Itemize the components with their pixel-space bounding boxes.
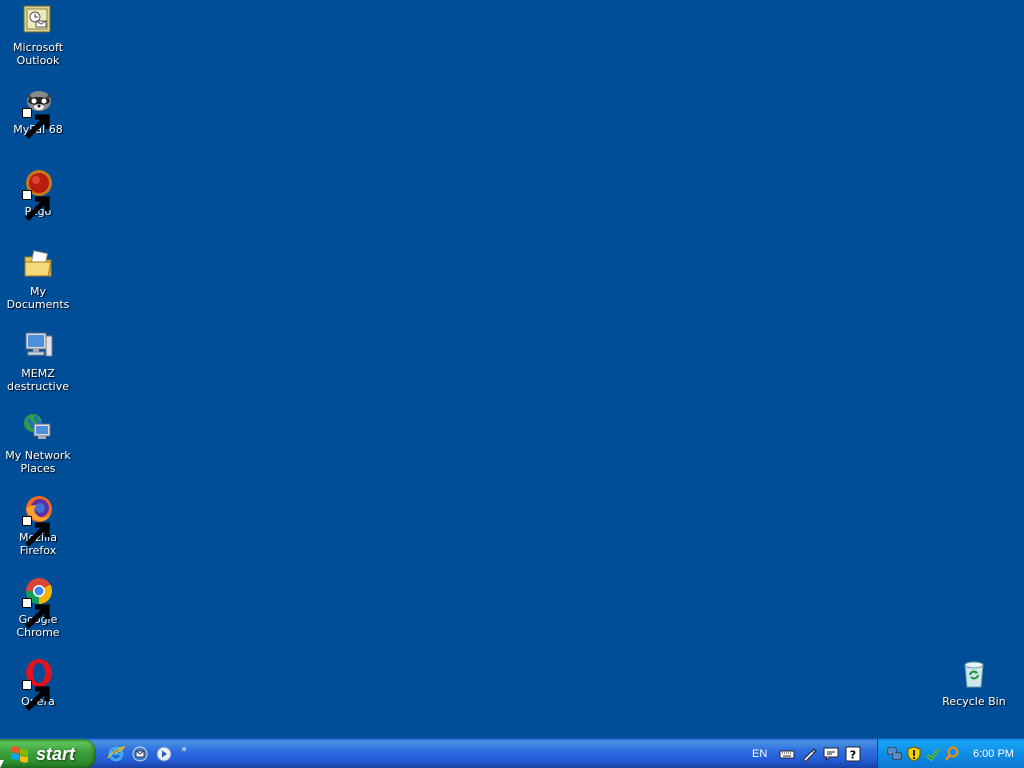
chrome-icon: [22, 576, 54, 629]
network-icon[interactable]: [887, 746, 903, 762]
search-icon[interactable]: [944, 746, 960, 762]
mouse-cursor: [0, 760, 4, 768]
recycle-bin-icon: [958, 658, 990, 690]
desktop-icon-memz[interactable]: MEMZ destructive: [0, 330, 76, 393]
language-bar: EN ?: [752, 739, 861, 768]
internet-explorer-icon[interactable]: [106, 744, 126, 764]
taskbar: start » EN ? 6:00 PM: [0, 738, 1024, 768]
outlook-icon: [22, 4, 54, 36]
start-label: start: [36, 743, 76, 764]
desktop-icon-firefox[interactable]: Mozilla Firefox: [0, 494, 76, 557]
shortcut-arrow-icon: [22, 190, 50, 221]
shortcut-arrow-icon: [22, 598, 50, 629]
computer-icon: [22, 330, 54, 362]
shortcut-arrow-icon: [22, 680, 50, 711]
desktop-icon-label: Recycle Bin: [942, 695, 1006, 708]
desktop-icon-label: MEMZ destructive: [7, 367, 69, 393]
network-places-icon: [22, 412, 54, 444]
clock[interactable]: 6:00 PM: [973, 748, 1014, 760]
outlook-express-icon[interactable]: [130, 744, 150, 764]
pego-icon: [22, 168, 54, 221]
desktop-icon-recycle-bin[interactable]: Recycle Bin: [936, 658, 1012, 708]
desktop-icon-label: My Network Places: [5, 449, 71, 475]
folder-documents-icon: [22, 248, 54, 280]
desktop-icon-label: My Documents: [6, 285, 70, 311]
firefox-icon: [22, 494, 54, 547]
desktop-icon-opera[interactable]: Opera: [0, 658, 76, 711]
help-icon[interactable]: ?: [845, 746, 861, 762]
opera-icon: [22, 658, 54, 711]
system-tray: 6:00 PM: [877, 739, 1024, 768]
svg-text:?: ?: [850, 749, 856, 762]
desktop-icon-chrome[interactable]: Google Chrome: [0, 576, 76, 639]
pen-icon[interactable]: [801, 746, 817, 762]
desktop-icon-mypal[interactable]: MyPal 68: [0, 86, 76, 139]
desktop: Microsoft Outlook MyPal 68 Pego My Docum…: [0, 0, 1024, 738]
windows-flag-icon: [11, 746, 28, 763]
quick-launch-toolbar: »: [106, 739, 187, 768]
desktop-icon-outlook[interactable]: Microsoft Outlook: [0, 4, 76, 67]
desktop-icon-network-places[interactable]: My Network Places: [0, 412, 76, 475]
desktop-icon-my-documents[interactable]: My Documents: [0, 248, 76, 311]
media-player-icon[interactable]: [154, 744, 174, 764]
start-button[interactable]: start: [0, 739, 96, 768]
shortcut-arrow-icon: [22, 516, 50, 547]
shortcut-arrow-icon: [22, 108, 50, 139]
quick-launch-more-button[interactable]: »: [181, 744, 187, 755]
language-indicator[interactable]: EN: [752, 748, 767, 760]
update-icon[interactable]: [925, 746, 941, 762]
speech-icon[interactable]: [823, 746, 839, 762]
desktop-icon-label: Microsoft Outlook: [12, 41, 64, 67]
keyboard-icon[interactable]: [779, 746, 795, 762]
mypal-icon: [22, 86, 54, 139]
desktop-icon-pego[interactable]: Pego: [0, 168, 76, 221]
security-shield-icon[interactable]: [906, 746, 922, 762]
